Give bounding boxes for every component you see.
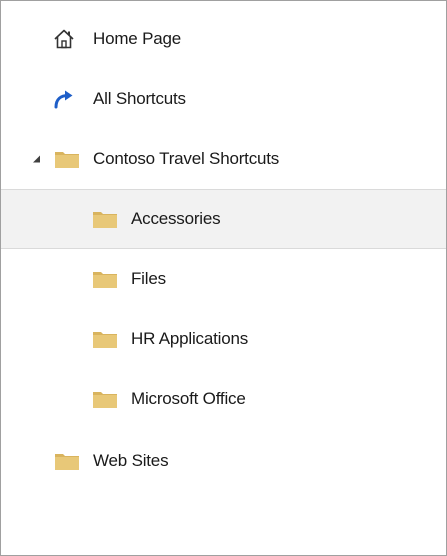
folder-icon: [55, 454, 79, 470]
tree-item-hr-applications[interactable]: HR Applications: [1, 309, 446, 369]
tree-item-label: Contoso Travel Shortcuts: [93, 149, 280, 168]
folder-icon: [55, 152, 79, 168]
tree-item-label: All Shortcuts: [93, 89, 186, 108]
tree-item-label: Web Sites: [93, 451, 169, 470]
tree-item-all-shortcuts[interactable]: All Shortcuts: [1, 69, 446, 129]
tree-item-label: Accessories: [131, 209, 221, 228]
shortcuts-tree-panel: Home Page All Shortcuts Contoso Travel S…: [0, 0, 447, 556]
tree-item-files[interactable]: Files: [1, 249, 446, 309]
folder-icon: [93, 212, 117, 228]
redo-arrow-icon: [54, 90, 73, 109]
folder-icon: [93, 332, 117, 348]
home-icon: [54, 29, 74, 49]
tree-item-accessories[interactable]: Accessories: [1, 189, 446, 249]
tree-item-label: Files: [131, 269, 166, 288]
folder-icon: [93, 272, 117, 288]
folder-icon: [93, 392, 117, 408]
tree-item-label: HR Applications: [131, 329, 249, 348]
expanded-triangle-icon[interactable]: [32, 155, 41, 164]
tree-item-label: Home Page: [93, 29, 181, 48]
tree-item-contoso-travel-shortcuts[interactable]: Contoso Travel Shortcuts: [1, 129, 446, 189]
tree-item-home-page[interactable]: Home Page: [1, 9, 446, 69]
tree-item-microsoft-office[interactable]: Microsoft Office: [1, 369, 446, 429]
tree-item-label: Microsoft Office: [131, 389, 246, 408]
tree-item-web-sites[interactable]: Web Sites: [1, 431, 446, 491]
